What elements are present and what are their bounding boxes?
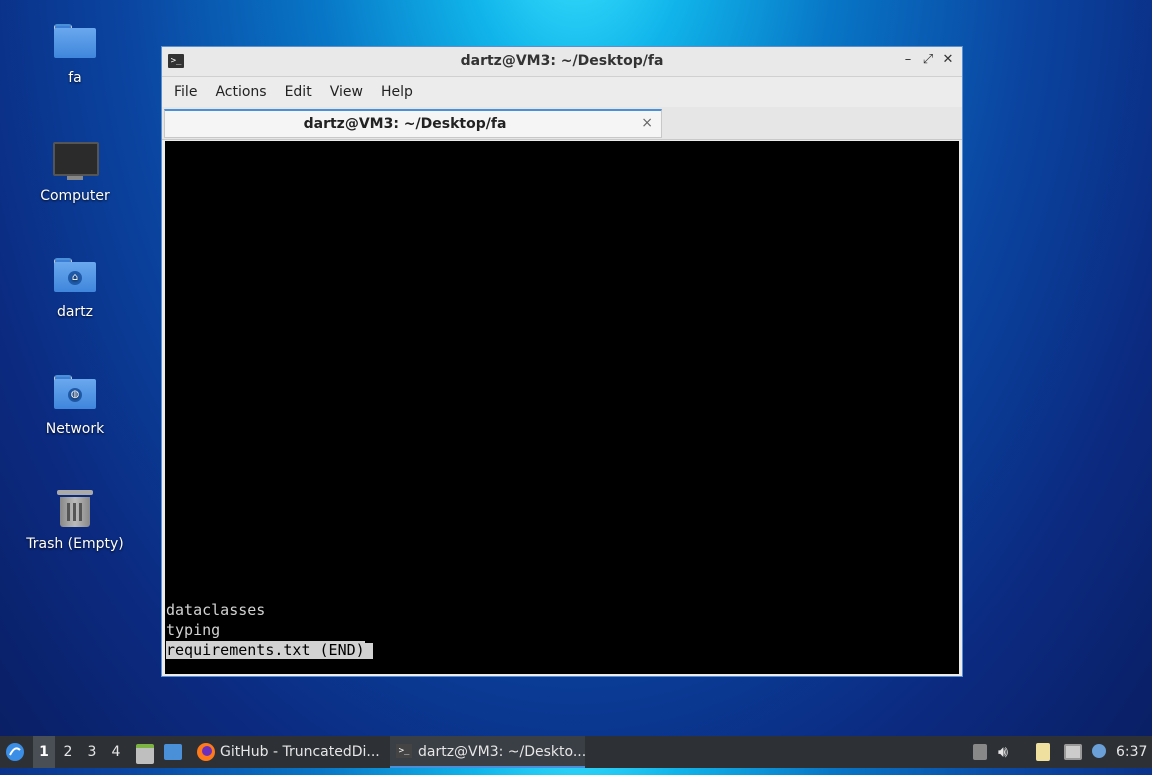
menu-actions[interactable]: Actions — [209, 84, 278, 100]
desktop-icon-fa[interactable]: fa — [20, 24, 130, 86]
home-folder-icon: ⌂ — [53, 258, 97, 298]
volume-icon[interactable]: 🔊︎ — [998, 736, 1020, 768]
task-label: GitHub - TruncatedDi... — [220, 744, 380, 760]
terminal-icon: >_ — [396, 744, 412, 758]
tray-updates[interactable] — [970, 736, 990, 768]
tab-label: dartz@VM3: ~/Desktop/fa — [303, 116, 507, 132]
show-desktop-button[interactable] — [162, 736, 184, 768]
terminal-line: typing — [166, 621, 221, 639]
terminal-line: dataclasses — [166, 601, 266, 619]
window-titlebar[interactable]: >_ dartz@VM3: ~/Desktop/fa – ⤢ ✕ — [162, 47, 962, 77]
desktop-icon-label: Computer — [40, 188, 110, 204]
desktop-icon — [164, 744, 182, 760]
desktop-icon-trash[interactable]: Trash (Empty) — [20, 490, 130, 552]
terminal-tab[interactable]: dartz@VM3: ~/Desktop/fa × — [164, 109, 662, 138]
task-terminal[interactable]: >_ dartz@VM3: ~/Deskto... — [390, 736, 585, 768]
network-folder-icon: ◍ — [53, 375, 97, 415]
computer-icon — [53, 142, 99, 182]
tray-clipboard[interactable] — [1034, 736, 1056, 768]
folder-icon — [53, 24, 97, 64]
desktop-icon-label: fa — [68, 70, 82, 86]
workspace-4[interactable]: 4 — [105, 736, 127, 768]
close-button[interactable]: ✕ — [940, 52, 956, 67]
update-icon — [973, 744, 987, 760]
task-label: dartz@VM3: ~/Deskto... — [418, 744, 585, 760]
tab-bar: dartz@VM3: ~/Desktop/fa × — [162, 107, 962, 140]
tray-notifications[interactable] — [1090, 736, 1110, 768]
window-title: dartz@VM3: ~/Desktop/fa — [460, 53, 664, 69]
clock[interactable]: 6:37 — [1116, 736, 1150, 768]
network-icon — [1064, 744, 1082, 760]
notification-icon — [1092, 744, 1106, 758]
workspace-3[interactable]: 3 — [81, 736, 103, 768]
lubuntu-logo-icon — [6, 743, 24, 761]
terminal-window: >_ dartz@VM3: ~/Desktop/fa – ⤢ ✕ File Ac… — [161, 46, 963, 677]
file-manager-icon — [136, 744, 154, 764]
maximize-button[interactable]: ⤢ — [920, 52, 936, 67]
trash-icon — [53, 490, 97, 530]
workspace-2[interactable]: 2 — [57, 736, 79, 768]
terminal-cursor — [364, 642, 373, 659]
pager-status: requirements.txt (END) — [166, 641, 365, 659]
desktop-icon-label: Trash (Empty) — [26, 536, 124, 552]
task-firefox[interactable]: GitHub - TruncatedDi... — [192, 736, 384, 768]
clipboard-icon — [1036, 743, 1050, 761]
menu-file[interactable]: File — [168, 84, 209, 100]
tab-close-icon[interactable]: × — [641, 115, 653, 131]
desktop-icon-dartz[interactable]: ⌂ dartz — [20, 258, 130, 320]
workspace-1[interactable]: 1 — [33, 736, 55, 768]
file-manager-launcher[interactable] — [134, 736, 156, 768]
tray-network[interactable] — [1062, 736, 1084, 768]
desktop-icon-network[interactable]: ◍ Network — [20, 375, 130, 437]
minimize-button[interactable]: – — [900, 52, 916, 67]
start-menu-button[interactable] — [4, 736, 28, 768]
taskbar: 1 2 3 4 GitHub - TruncatedDi... >_ dartz… — [0, 736, 1152, 768]
menu-bar: File Actions Edit View Help — [162, 77, 962, 107]
desktop-icon-label: dartz — [56, 304, 94, 320]
menu-view[interactable]: View — [324, 84, 375, 100]
desktop-icon-computer[interactable]: Computer — [20, 142, 130, 204]
terminal-output[interactable]: dataclasses typing requirements.txt (END… — [165, 141, 959, 674]
desktop-icon-label: Network — [45, 421, 105, 437]
firefox-icon — [197, 743, 215, 761]
menu-edit[interactable]: Edit — [279, 84, 324, 100]
menu-help[interactable]: Help — [375, 84, 425, 100]
